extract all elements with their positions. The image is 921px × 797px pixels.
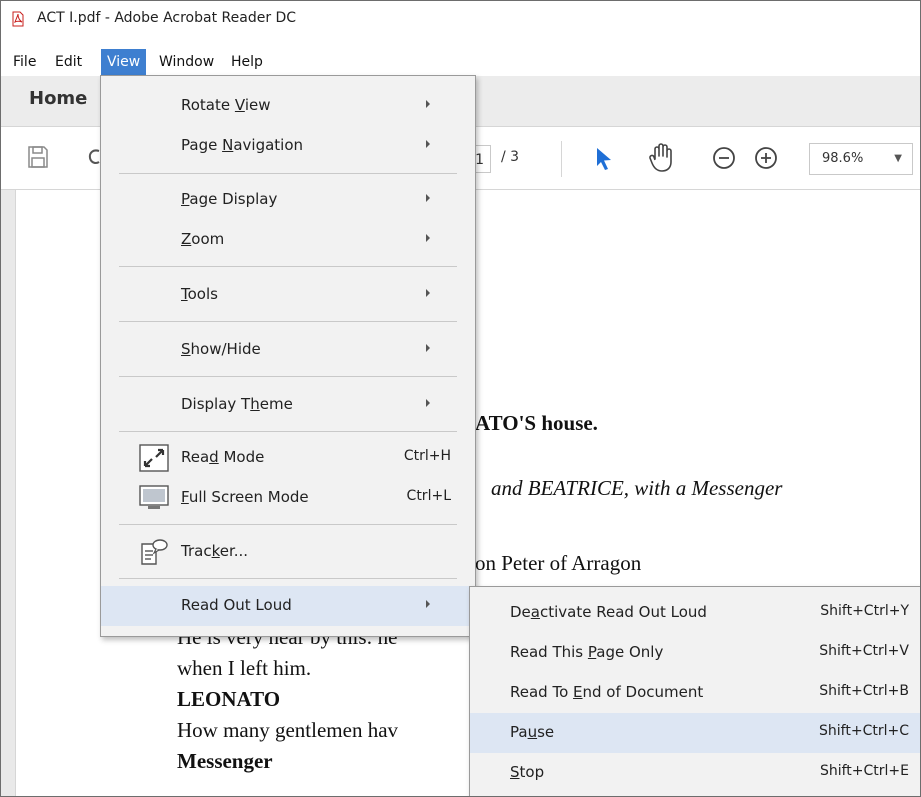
menu-window[interactable]: Window [153,49,220,75]
read-mode-icon [139,444,169,472]
menu-item-shortcut: Shift+Ctrl+Y [820,603,909,619]
acrobat-window: ACT I.pdf - Adobe Acrobat Reader DC File… [0,0,921,797]
tracker-icon [141,539,168,565]
menu-item-label: Read Mode [181,448,265,466]
page-total: / 3 [501,149,520,165]
hand-icon[interactable] [647,141,677,173]
cloud-icon[interactable] [87,147,101,169]
zoom-out-icon[interactable] [711,145,737,171]
menu-item-tracker[interactable]: Tracker... [101,532,475,572]
menu-separator [119,266,457,267]
doc-line-3: on Peter of Arragon [475,551,642,575]
menu-item-label: Full Screen Mode [181,488,309,506]
submenu-item-pause[interactable]: Pause Shift+Ctrl+C [470,713,920,753]
menu-item-read-out-loud[interactable]: Read Out Loud [101,586,475,626]
zoom-level-select[interactable]: 98.6% ▼ [809,143,913,175]
doc-line-1: ATO'S house. [475,411,598,435]
submenu-item-stop[interactable]: Stop Shift+Ctrl+E [470,753,920,793]
menu-separator [119,173,457,174]
doc-line-7: How many gentlemen hav [177,718,399,742]
menu-item-read-mode[interactable]: Read Mode Ctrl+H [101,438,475,478]
menu-edit[interactable]: Edit [49,49,88,75]
menu-item-shortcut: Ctrl+H [403,448,451,464]
chevron-down-icon: ▼ [894,153,902,164]
menu-item-label: Read To End of Document [510,683,704,701]
menu-item-rotate-view[interactable]: Rotate View [101,86,475,126]
submenu-arrow-icon [426,234,430,242]
menu-item-page-navigation[interactable]: Page Navigation [101,126,475,166]
menu-bar: File Edit View Window Help [1,49,920,75]
menu-item-label: Stop [510,763,545,781]
menu-item-shortcut: Shift+Ctrl+E [819,763,909,779]
submenu-arrow-icon [426,399,430,407]
read-out-loud-submenu: Deactivate Read Out Loud Shift+Ctrl+Y Re… [469,586,920,796]
menu-item-label: Show/Hide [181,340,261,358]
menu-file[interactable]: File [7,49,42,75]
submenu-item-read-this-page-only[interactable]: Read This Page Only Shift+Ctrl+V [470,633,920,673]
menu-item-shortcut: Shift+Ctrl+B [819,683,909,699]
menu-item-page-display[interactable]: Page Display [101,180,475,220]
menu-separator [119,376,457,377]
menu-item-display-theme[interactable]: Display Theme [101,385,475,425]
menu-item-label: Page Navigation [181,136,304,154]
left-panel-strip [1,190,16,796]
menu-item-label: Zoom [181,230,225,248]
submenu-arrow-icon [426,344,430,352]
view-menu: Rotate View Page Navigation Page Display… [100,75,476,637]
window-title: ACT I.pdf - Adobe Acrobat Reader DC [37,10,297,26]
zoom-level-value: 98.6% [822,151,864,166]
menu-item-label: Pause [510,723,555,741]
select-arrow-icon[interactable] [595,147,613,171]
submenu-arrow-icon [426,600,430,608]
pdf-file-icon [12,11,24,27]
zoom-in-icon[interactable] [753,145,779,171]
menu-separator [119,578,457,579]
menu-item-shortcut: Ctrl+L [406,488,451,504]
save-icon[interactable] [27,145,49,169]
full-screen-icon [139,485,169,509]
menu-item-show-hide[interactable]: Show/Hide [101,330,475,370]
toolbar-separator [561,141,562,177]
menu-item-label: Read Out Loud [181,596,292,614]
submenu-arrow-icon [426,289,430,297]
title-bar: ACT I.pdf - Adobe Acrobat Reader DC [1,1,920,37]
menu-item-shortcut: Shift+Ctrl+C [819,723,909,739]
menu-item-tools[interactable]: Tools [101,275,475,315]
menu-item-label: Tools [181,285,218,303]
doc-line-2: and BEATRICE, with a Messenger [491,476,783,500]
submenu-item-deactivate-read-out-loud[interactable]: Deactivate Read Out Loud Shift+Ctrl+Y [470,593,920,633]
menu-item-shortcut: Shift+Ctrl+V [819,643,909,659]
submenu-arrow-icon [426,140,430,148]
menu-item-label: Tracker... [181,542,249,560]
menu-item-label: Read This Page Only [510,643,664,661]
menu-separator [119,431,457,432]
tab-home[interactable]: Home [29,88,87,109]
submenu-arrow-icon [426,100,430,108]
menu-item-label: Display Theme [181,395,293,413]
menu-item-label: Rotate View [181,96,271,114]
menu-item-label: Deactivate Read Out Loud [510,603,707,621]
menu-item-zoom[interactable]: Zoom [101,220,475,260]
menu-view[interactable]: View [101,49,147,75]
menu-item-label: Page Display [181,190,278,208]
doc-line-6: LEONATO [177,687,281,711]
menu-separator [119,321,457,322]
submenu-arrow-icon [426,194,430,202]
doc-line-5: when I left him. [177,656,312,680]
menu-help[interactable]: Help [225,49,269,75]
submenu-item-read-to-end[interactable]: Read To End of Document Shift+Ctrl+B [470,673,920,713]
doc-line-8: Messenger [177,749,273,773]
menu-separator [119,524,457,525]
menu-item-full-screen-mode[interactable]: Full Screen Mode Ctrl+L [101,478,475,518]
